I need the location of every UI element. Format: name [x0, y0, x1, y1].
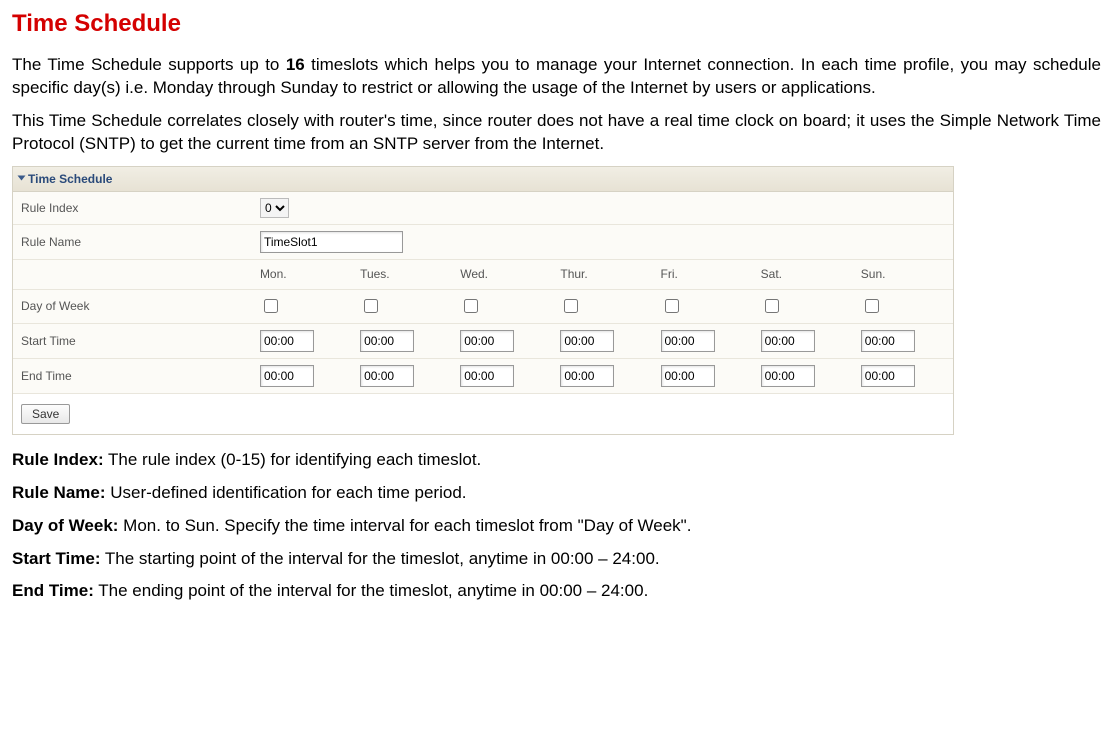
day-header-sat: Sat.: [753, 260, 853, 289]
def-end-time: End Time: The ending point of the interv…: [12, 580, 1101, 603]
row-day-headers: Mon. Tues. Wed. Thur. Fri. Sat. Sun.: [13, 260, 953, 289]
day-header-sun: Sun.: [853, 260, 953, 289]
start-time-tue-input[interactable]: [360, 330, 414, 352]
intro-1b: 16: [286, 55, 305, 74]
dow-sat-cell: [753, 289, 853, 323]
dow-sun-cell: [853, 289, 953, 323]
def-end-time-term: End Time:: [12, 581, 94, 600]
et-wed-cell: [452, 358, 552, 393]
end-time-mon-input[interactable]: [260, 365, 314, 387]
def-day-of-week: Day of Week: Mon. to Sun. Specify the ti…: [12, 515, 1101, 538]
day-header-thu: Thur.: [552, 260, 652, 289]
start-time-wed-input[interactable]: [460, 330, 514, 352]
rule-name-cell: [252, 225, 953, 260]
day-header-fri: Fri.: [653, 260, 753, 289]
save-button[interactable]: Save: [21, 404, 70, 424]
form-table: Rule Index 0 Rule Name Mon. Tues. Wed. T…: [13, 192, 953, 393]
dow-thu-cell: [552, 289, 652, 323]
row-start-time: Start Time: [13, 323, 953, 358]
start-time-fri-input[interactable]: [661, 330, 715, 352]
end-time-sun-input[interactable]: [861, 365, 915, 387]
et-sat-cell: [753, 358, 853, 393]
day-header-mon: Mon.: [252, 260, 352, 289]
dow-mon-cell: [252, 289, 352, 323]
def-start-time: Start Time: The starting point of the in…: [12, 548, 1101, 571]
start-time-sat-input[interactable]: [761, 330, 815, 352]
end-time-wed-input[interactable]: [460, 365, 514, 387]
dow-wed-cell: [452, 289, 552, 323]
et-tue-cell: [352, 358, 452, 393]
et-sun-cell: [853, 358, 953, 393]
end-time-label: End Time: [13, 358, 252, 393]
start-time-thu-input[interactable]: [560, 330, 614, 352]
def-rule-name-term: Rule Name:: [12, 483, 106, 502]
time-schedule-panel: Time Schedule Rule Index 0 Rule Name Mon…: [12, 166, 954, 435]
row-end-time: End Time: [13, 358, 953, 393]
row-rule-index: Rule Index 0: [13, 192, 953, 225]
dow-sun-checkbox[interactable]: [865, 299, 879, 313]
st-mon-cell: [252, 323, 352, 358]
start-time-mon-input[interactable]: [260, 330, 314, 352]
dow-tue-checkbox[interactable]: [364, 299, 378, 313]
st-fri-cell: [653, 323, 753, 358]
save-row: Save: [13, 394, 953, 434]
def-day-of-week-term: Day of Week:: [12, 516, 118, 535]
def-rule-name: Rule Name: User-defined identification f…: [12, 482, 1101, 505]
def-start-time-desc: The starting point of the interval for t…: [101, 549, 660, 568]
dow-mon-checkbox[interactable]: [264, 299, 278, 313]
disclosure-icon: [18, 176, 26, 181]
et-thu-cell: [552, 358, 652, 393]
st-thu-cell: [552, 323, 652, 358]
intro-paragraph-2: This Time Schedule correlates closely wi…: [12, 110, 1101, 156]
end-time-sat-input[interactable]: [761, 365, 815, 387]
start-time-label: Start Time: [13, 323, 252, 358]
dow-fri-checkbox[interactable]: [665, 299, 679, 313]
day-header-wed: Wed.: [452, 260, 552, 289]
dow-fri-cell: [653, 289, 753, 323]
end-time-tue-input[interactable]: [360, 365, 414, 387]
def-rule-index-term: Rule Index:: [12, 450, 104, 469]
row-rule-name: Rule Name: [13, 225, 953, 260]
dow-thu-checkbox[interactable]: [564, 299, 578, 313]
def-rule-index: Rule Index: The rule index (0-15) for id…: [12, 449, 1101, 472]
start-time-sun-input[interactable]: [861, 330, 915, 352]
end-time-fri-input[interactable]: [661, 365, 715, 387]
end-time-thu-input[interactable]: [560, 365, 614, 387]
et-fri-cell: [653, 358, 753, 393]
panel-heading: Time Schedule: [13, 167, 953, 192]
panel-heading-text: Time Schedule: [28, 172, 112, 186]
row-day-of-week: Day of Week: [13, 289, 953, 323]
et-mon-cell: [252, 358, 352, 393]
dow-sat-checkbox[interactable]: [765, 299, 779, 313]
page-title: Time Schedule: [12, 8, 1101, 40]
intro-paragraph-1: The Time Schedule supports up to 16 time…: [12, 54, 1101, 100]
rule-index-cell: 0: [252, 192, 953, 225]
rule-index-label: Rule Index: [13, 192, 252, 225]
rule-name-input[interactable]: [260, 231, 403, 253]
st-wed-cell: [452, 323, 552, 358]
st-sat-cell: [753, 323, 853, 358]
st-tue-cell: [352, 323, 452, 358]
dow-tue-cell: [352, 289, 452, 323]
intro-1a: The Time Schedule supports up to: [12, 55, 286, 74]
def-start-time-term: Start Time:: [12, 549, 101, 568]
st-sun-cell: [853, 323, 953, 358]
def-rule-name-desc: User-defined identification for each tim…: [106, 483, 467, 502]
rule-index-select[interactable]: 0: [260, 198, 289, 218]
rule-name-label: Rule Name: [13, 225, 252, 260]
def-day-of-week-desc: Mon. to Sun. Specify the time interval f…: [118, 516, 691, 535]
day-of-week-label: Day of Week: [13, 289, 252, 323]
dow-wed-checkbox[interactable]: [464, 299, 478, 313]
def-end-time-desc: The ending point of the interval for the…: [94, 581, 648, 600]
day-header-spacer: [13, 260, 252, 289]
day-header-tue: Tues.: [352, 260, 452, 289]
def-rule-index-desc: The rule index (0-15) for identifying ea…: [104, 450, 482, 469]
